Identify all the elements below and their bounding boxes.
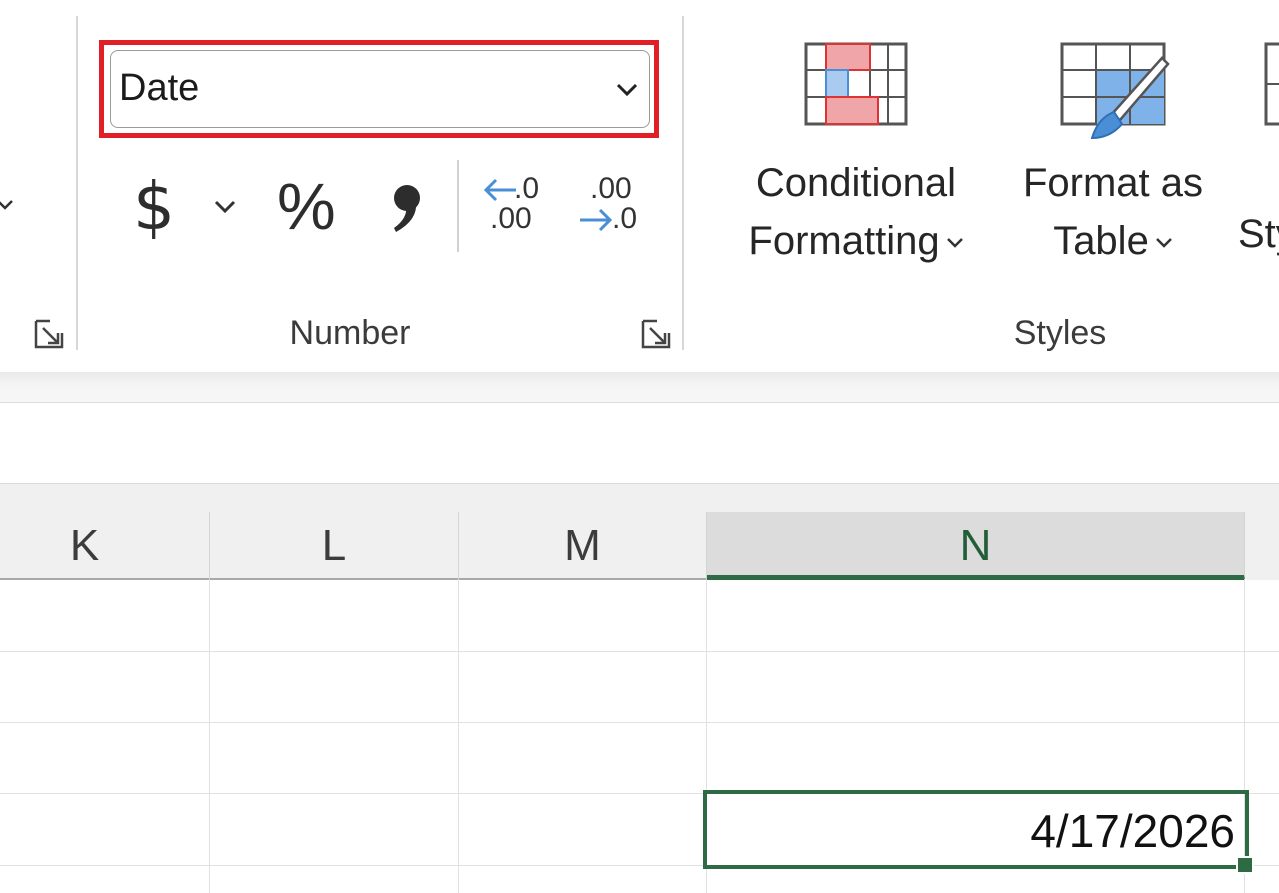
- group-separator: [682, 16, 684, 350]
- column-header-label: M: [564, 521, 601, 570]
- format-as-table-line1: Format as: [1022, 161, 1204, 205]
- decimal-text: .0: [514, 172, 540, 205]
- number-format-dropdown[interactable]: Date: [110, 50, 650, 128]
- format-as-table-line2-wrap: Table: [1006, 212, 1220, 270]
- decimal-text: .00: [490, 202, 532, 235]
- row-gridline: [0, 651, 1279, 652]
- chevron-down-icon: [616, 83, 638, 97]
- active-cell[interactable]: 4/17/2026: [703, 790, 1249, 869]
- increase-decimal-button[interactable]: .0 .00: [478, 172, 548, 242]
- conditional-formatting-line1: Conditional: [755, 161, 957, 205]
- format-as-table-label: Format as Table: [1006, 154, 1220, 270]
- ribbon-shadow: [0, 372, 1279, 403]
- column-header-label: N: [959, 521, 992, 570]
- format-as-table-icon: [1060, 42, 1170, 140]
- format-as-table-line2: Table: [1053, 219, 1149, 263]
- accounting-format-button[interactable]: $: [133, 168, 175, 245]
- chevron-down-icon: [946, 238, 963, 249]
- column-header-n[interactable]: N: [707, 512, 1245, 580]
- styles-group-label: Styles: [1013, 314, 1107, 352]
- row-gridline: [0, 722, 1279, 723]
- decrease-decimal-button[interactable]: .00 .0: [576, 172, 646, 242]
- comma-style-button[interactable]: [386, 182, 426, 234]
- arrow-left-icon: [483, 178, 516, 202]
- number-format-value: Date: [119, 67, 200, 109]
- column-gridline: [458, 579, 459, 893]
- group-separator: [76, 16, 78, 350]
- cell-styles-label: Sty: [1238, 212, 1279, 256]
- chevron-down-icon[interactable]: [0, 194, 16, 216]
- arrow-right-icon: [580, 208, 613, 232]
- column-header-row: K L M N: [0, 483, 1279, 580]
- conditional-formatting-icon: [804, 42, 908, 126]
- chevron-down-icon[interactable]: [213, 199, 237, 217]
- conditional-formatting-label: Conditional Formatting: [722, 154, 990, 270]
- column-header-label: K: [69, 521, 100, 570]
- formula-bar-area: [0, 403, 1279, 483]
- decimal-text: .0: [612, 202, 638, 235]
- fill-handle[interactable]: [1236, 856, 1254, 874]
- dialog-launcher-icon[interactable]: [640, 318, 672, 350]
- cell-styles-button[interactable]: Sty: [1236, 36, 1279, 276]
- column-header-l[interactable]: L: [210, 512, 459, 580]
- column-header-k[interactable]: K: [0, 512, 210, 580]
- conditional-formatting-button[interactable]: Conditional Formatting: [722, 36, 990, 276]
- conditional-formatting-line2-wrap: Formatting: [722, 212, 990, 270]
- column-header-label: L: [321, 521, 347, 570]
- format-as-table-button[interactable]: Format as Table: [1006, 36, 1220, 276]
- column-header-m[interactable]: M: [459, 512, 707, 580]
- chevron-down-icon: [1155, 238, 1172, 249]
- number-group-label: Number: [289, 314, 411, 352]
- decimal-text: .00: [590, 172, 632, 205]
- percent-style-button[interactable]: %: [277, 168, 336, 244]
- ribbon: Date $ % .0 .00 .00 .0 Number Conditiona…: [0, 0, 1279, 372]
- column-gridline: [209, 579, 210, 893]
- dialog-launcher-icon[interactable]: [33, 318, 65, 350]
- conditional-formatting-line2: Formatting: [748, 219, 940, 263]
- cell-styles-icon: [1264, 42, 1279, 126]
- separator: [457, 160, 459, 252]
- cell-value: 4/17/2026: [1030, 805, 1235, 857]
